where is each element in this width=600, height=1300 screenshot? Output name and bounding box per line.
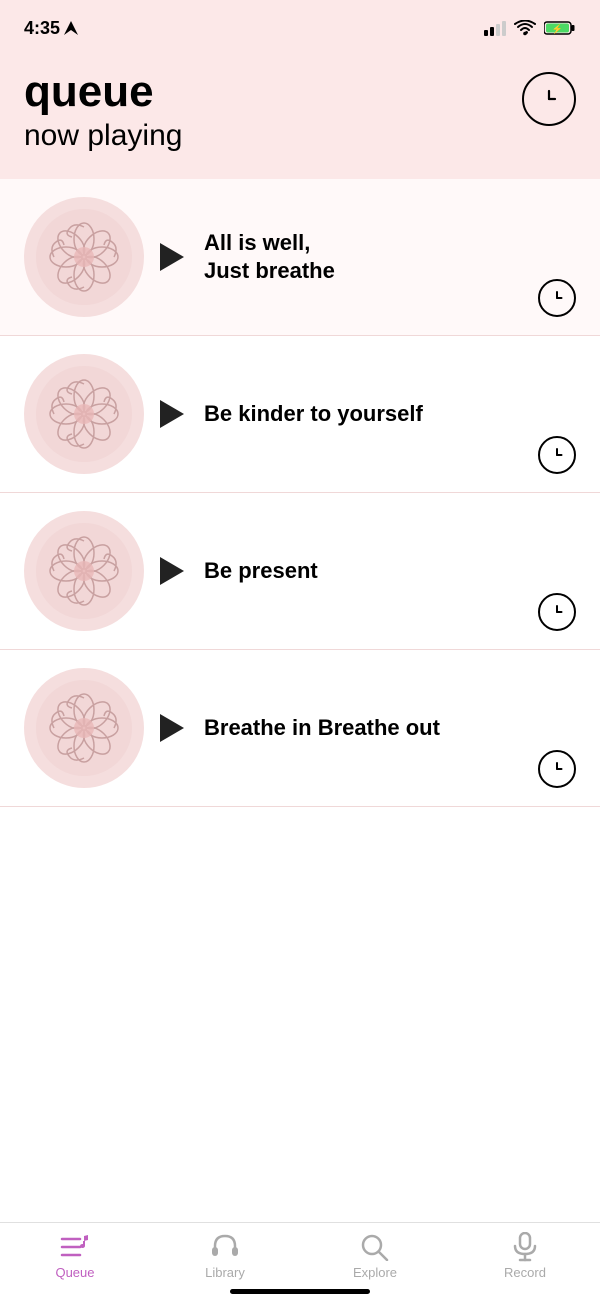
status-bar: 4:35 ⚡ — [0, 0, 600, 52]
explore-tab-label: Explore — [353, 1265, 397, 1280]
play-button-3[interactable] — [160, 557, 184, 585]
track-clock-4[interactable] — [538, 750, 576, 788]
play-button-1[interactable] — [160, 243, 184, 271]
header-text: queue now playing — [24, 68, 182, 155]
play-button-2[interactable] — [160, 400, 184, 428]
track-title-3: Be present — [204, 557, 576, 586]
track-title-1: All is well,Just breathe — [204, 229, 576, 286]
track-clock-1[interactable] — [538, 279, 576, 317]
track-list: All is well,Just breathe — [0, 179, 600, 807]
library-tab-icon — [210, 1233, 240, 1261]
floral-art — [34, 521, 134, 621]
search-icon — [360, 1233, 390, 1261]
add-to-queue-icon-2[interactable] — [538, 436, 576, 474]
signal-icon — [484, 21, 506, 36]
add-to-queue-icon-4[interactable] — [538, 750, 576, 788]
clock-small-svg — [547, 445, 567, 465]
track-item: Breathe in Breathe out — [0, 650, 600, 807]
headphones-icon — [210, 1233, 240, 1261]
record-tab-label: Record — [504, 1265, 546, 1280]
floral-art — [34, 364, 134, 464]
clock-icon-large — [535, 85, 563, 113]
track-info-1: All is well,Just breathe — [204, 229, 576, 286]
clock-small-svg — [547, 759, 567, 779]
track-title-4: Breathe in Breathe out — [204, 714, 576, 743]
time-display: 4:35 — [24, 18, 60, 39]
track-clock-2[interactable] — [538, 436, 576, 474]
tab-explore[interactable]: Explore — [300, 1233, 450, 1280]
history-button[interactable] — [522, 72, 576, 126]
track-clock-3[interactable] — [538, 593, 576, 631]
status-time: 4:35 — [24, 18, 78, 39]
add-to-queue-icon-1[interactable] — [538, 279, 576, 317]
track-thumbnail — [24, 511, 144, 631]
track-thumbnail — [24, 197, 144, 317]
page-subtitle: now playing — [24, 116, 182, 155]
wifi-icon — [514, 20, 536, 36]
queue-icon — [60, 1234, 90, 1260]
track-info-2: Be kinder to yourself — [204, 400, 576, 429]
track-title-2: Be kinder to yourself — [204, 400, 576, 429]
record-tab-icon — [510, 1233, 540, 1261]
explore-tab-icon — [360, 1233, 390, 1261]
track-info-3: Be present — [204, 557, 576, 586]
clock-small-svg — [547, 602, 567, 622]
tab-queue[interactable]: Queue — [0, 1233, 150, 1280]
battery-icon: ⚡ — [544, 20, 576, 36]
queue-tab-label: Queue — [55, 1265, 94, 1280]
play-button-4[interactable] — [160, 714, 184, 742]
page-title: queue — [24, 68, 182, 116]
home-indicator — [230, 1289, 370, 1294]
floral-art — [34, 207, 134, 307]
track-item: Be kinder to yourself — [0, 336, 600, 493]
floral-art — [34, 678, 134, 778]
track-info-4: Breathe in Breathe out — [204, 714, 576, 743]
tab-library[interactable]: Library — [150, 1233, 300, 1280]
header: queue now playing — [0, 52, 600, 179]
tab-record[interactable]: Record — [450, 1233, 600, 1280]
microphone-icon — [512, 1232, 538, 1262]
svg-text:⚡: ⚡ — [552, 23, 563, 35]
track-thumbnail — [24, 354, 144, 474]
library-tab-label: Library — [205, 1265, 245, 1280]
add-to-queue-icon-3[interactable] — [538, 593, 576, 631]
clock-small-svg — [547, 288, 567, 308]
track-item: Be present — [0, 493, 600, 650]
track-item: All is well,Just breathe — [0, 179, 600, 336]
location-icon — [64, 21, 78, 35]
track-thumbnail — [24, 668, 144, 788]
status-icons: ⚡ — [484, 20, 576, 36]
queue-tab-icon — [60, 1233, 90, 1261]
